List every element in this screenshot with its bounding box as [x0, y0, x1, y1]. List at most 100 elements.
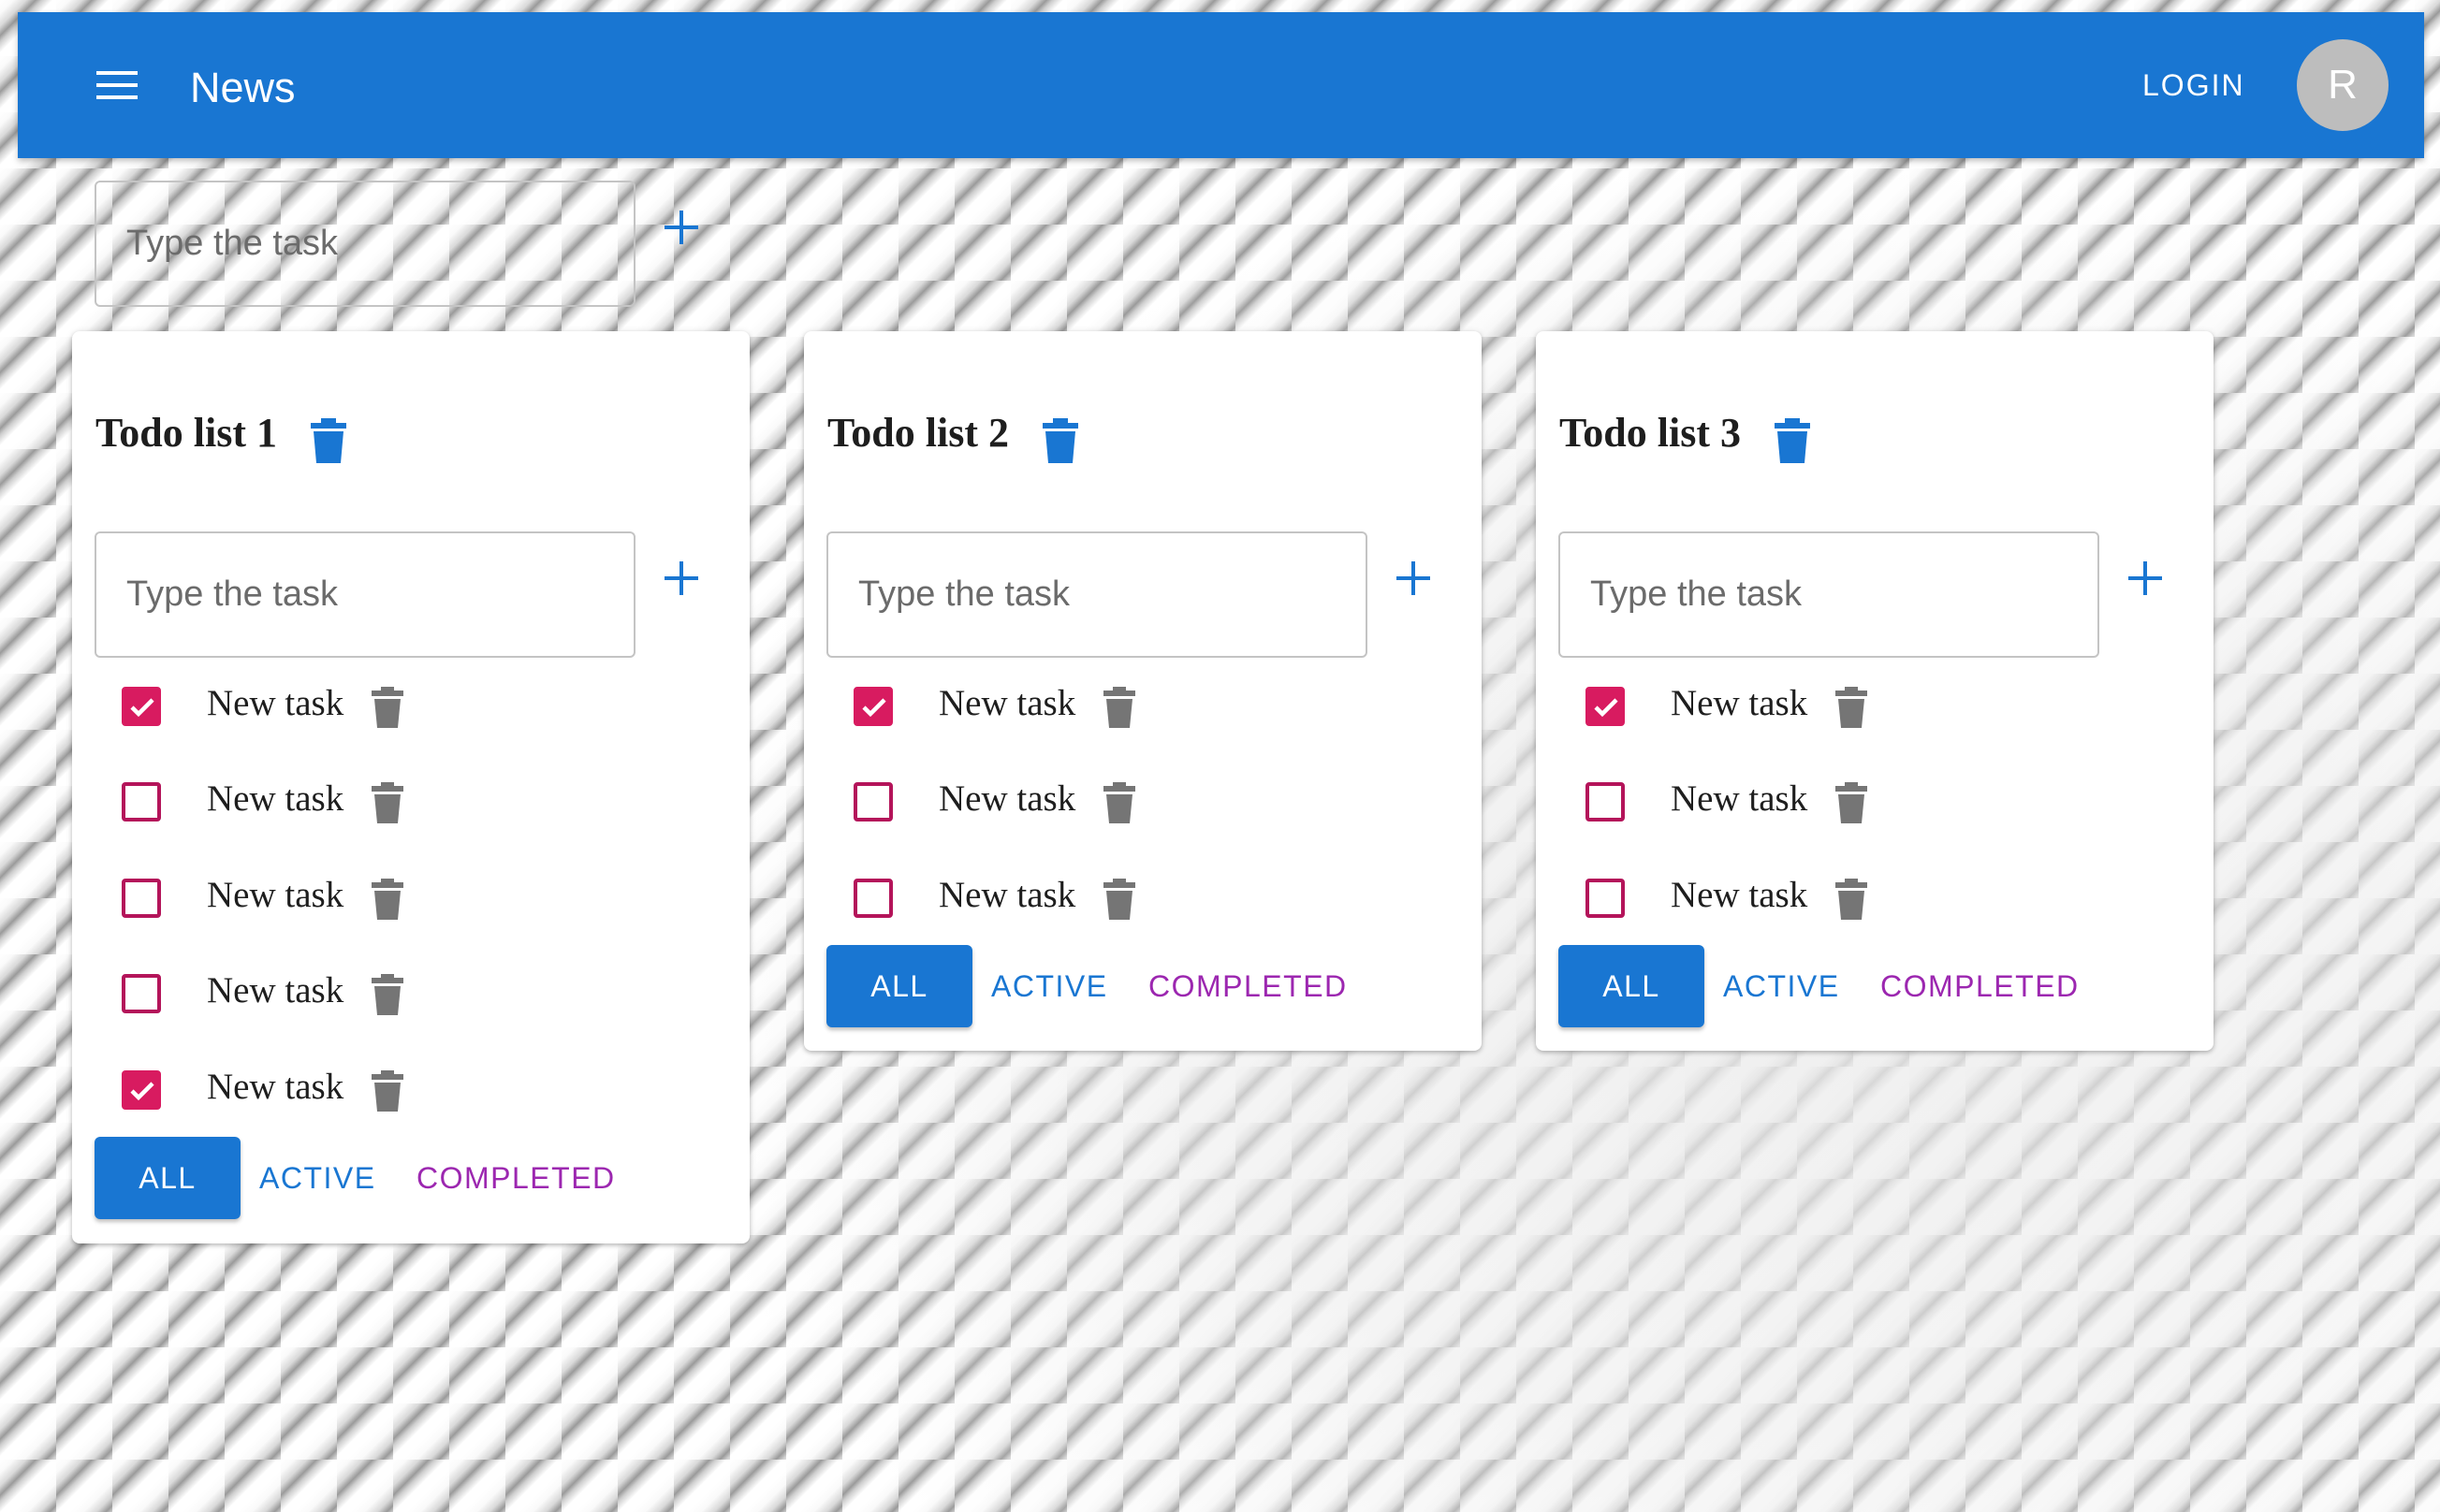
trash-icon	[372, 974, 403, 1015]
task-label: New task	[939, 875, 1076, 915]
todolist-title: Todo list 1	[95, 410, 278, 456]
task-label: New task	[207, 875, 344, 915]
trash-icon	[372, 1070, 403, 1112]
task-item: New task	[1573, 865, 1910, 931]
delete-list-button[interactable]	[1772, 417, 1813, 464]
todolist-title: Todo list 2	[827, 410, 1010, 456]
task-checkbox[interactable]	[854, 879, 893, 918]
add-list-input[interactable]	[95, 181, 636, 307]
task-label: New task	[207, 778, 344, 819]
add-task-input[interactable]	[95, 531, 636, 658]
task-item: New task	[110, 865, 446, 931]
app-bar: News LOGIN R	[18, 12, 2424, 158]
filter-active-button[interactable]: ACTIVE	[991, 945, 1108, 1027]
trash-icon	[372, 782, 403, 823]
delete-task-button[interactable]	[1100, 877, 1139, 922]
delete-task-button[interactable]	[1832, 685, 1871, 730]
plus-icon	[1396, 561, 1430, 595]
trash-icon	[311, 418, 346, 463]
trash-icon	[1103, 879, 1135, 920]
delete-list-button[interactable]	[1040, 417, 1081, 464]
delete-task-button[interactable]	[368, 972, 407, 1017]
task-item: New task	[841, 865, 1178, 931]
task-label: New task	[1671, 683, 1808, 723]
menu-button[interactable]	[74, 59, 160, 111]
trash-icon	[1835, 782, 1867, 823]
check-icon	[862, 698, 886, 718]
task-item: New task	[841, 769, 1178, 835]
trash-icon	[1835, 879, 1867, 920]
delete-list-button[interactable]	[308, 417, 349, 464]
add-list-button[interactable]	[653, 199, 709, 255]
trash-icon	[1775, 418, 1810, 463]
task-checkbox[interactable]	[122, 782, 161, 821]
menu-icon	[96, 71, 138, 99]
filter-completed-button[interactable]: COMPLETED	[1148, 945, 1348, 1027]
filter-active-button[interactable]: ACTIVE	[1723, 945, 1840, 1027]
plus-icon	[665, 211, 698, 244]
task-checkbox[interactable]	[122, 879, 161, 918]
trash-icon	[1043, 418, 1078, 463]
trash-icon	[1103, 687, 1135, 728]
todolist-card-1: Todo list 1 New task New task	[72, 331, 750, 1243]
add-task-input[interactable]	[826, 531, 1367, 658]
task-checkbox[interactable]	[122, 974, 161, 1013]
task-checkbox[interactable]	[122, 687, 161, 726]
delete-task-button[interactable]	[368, 780, 407, 825]
trash-icon	[1103, 782, 1135, 823]
filter-bar: ALL ACTIVE COMPLETED	[1558, 945, 2157, 1027]
task-item: New task	[110, 769, 446, 835]
check-icon	[1594, 698, 1618, 718]
task-label: New task	[207, 970, 344, 1010]
todolist-card-3: Todo list 3 New task New task	[1536, 331, 2214, 1051]
login-button[interactable]: LOGIN	[2142, 70, 2245, 100]
filter-all-button[interactable]: ALL	[95, 1137, 241, 1219]
add-task-button[interactable]	[1385, 550, 1441, 606]
trash-icon	[1835, 687, 1867, 728]
task-item: New task	[841, 674, 1178, 739]
add-task-button[interactable]	[653, 550, 709, 606]
task-checkbox[interactable]	[854, 782, 893, 821]
filter-all-button[interactable]: ALL	[826, 945, 972, 1027]
check-icon	[130, 1082, 154, 1101]
filter-active-button[interactable]: ACTIVE	[259, 1137, 376, 1219]
todolist-title: Todo list 3	[1559, 410, 1742, 456]
filter-completed-button[interactable]: COMPLETED	[1880, 945, 2080, 1027]
plus-icon	[665, 561, 698, 595]
delete-task-button[interactable]	[368, 1069, 407, 1113]
avatar[interactable]: R	[2297, 39, 2389, 131]
task-checkbox[interactable]	[1585, 879, 1625, 918]
task-label: New task	[207, 683, 344, 723]
task-item: New task	[1573, 674, 1910, 739]
add-task-button[interactable]	[2117, 550, 2173, 606]
filter-all-button[interactable]: ALL	[1558, 945, 1704, 1027]
trash-icon	[372, 687, 403, 728]
task-item: New task	[110, 1057, 446, 1123]
filter-completed-button[interactable]: COMPLETED	[416, 1137, 616, 1219]
task-item: New task	[1573, 769, 1910, 835]
delete-task-button[interactable]	[1100, 685, 1139, 730]
delete-task-button[interactable]	[1832, 877, 1871, 922]
task-label: New task	[207, 1067, 344, 1107]
trash-icon	[372, 879, 403, 920]
todolist-card-2: Todo list 2 New task New task	[804, 331, 1482, 1051]
filter-bar: ALL ACTIVE COMPLETED	[95, 1137, 694, 1219]
delete-task-button[interactable]	[368, 877, 407, 922]
task-checkbox[interactable]	[1585, 782, 1625, 821]
task-label: New task	[939, 683, 1076, 723]
task-checkbox[interactable]	[122, 1070, 161, 1110]
task-label: New task	[939, 778, 1076, 819]
plus-icon	[2128, 561, 2162, 595]
add-task-input[interactable]	[1558, 531, 2099, 658]
delete-task-button[interactable]	[1832, 780, 1871, 825]
filter-bar: ALL ACTIVE COMPLETED	[826, 945, 1425, 1027]
check-icon	[130, 698, 154, 718]
app-title: News	[190, 64, 296, 111]
task-item: New task	[110, 961, 446, 1026]
task-label: New task	[1671, 875, 1808, 915]
delete-task-button[interactable]	[1100, 780, 1139, 825]
task-checkbox[interactable]	[854, 687, 893, 726]
task-checkbox[interactable]	[1585, 687, 1625, 726]
delete-task-button[interactable]	[368, 685, 407, 730]
task-item: New task	[110, 674, 446, 739]
